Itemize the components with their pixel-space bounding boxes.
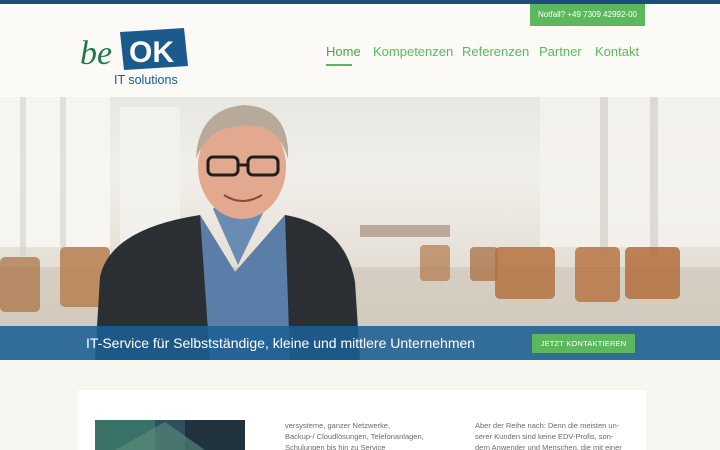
content-line: Schulungen bis hin zu Service — [285, 443, 386, 450]
content-line: Aber der Reihe nach: Denn die meisten un… — [475, 421, 620, 430]
nav-item-kompetenzen[interactable]: Kompetenzen — [373, 44, 453, 60]
nav-item-label: Home — [326, 44, 361, 59]
content-column-intro: Aber der Reihe nach: Denn die meisten un… — [475, 420, 630, 450]
content-line: Backup-/ Cloudlösungen, Telefonanlagen, — [285, 432, 424, 441]
hero-headline: IT-Service für Selbstständige, kleine un… — [86, 335, 476, 351]
content-line: dern Anwender und Menschen, die mit eine… — [475, 443, 622, 450]
nav-item-referenzen[interactable]: Referenzen — [462, 44, 529, 60]
logo[interactable]: be OK IT solutions — [80, 18, 190, 88]
hero-image — [0, 97, 720, 360]
content-line: serer Kunden sind keine EDV-Profis, son- — [475, 432, 614, 441]
content-column-services: versysteme, ganzer Netzwerke, Backup-/ C… — [285, 420, 445, 450]
nav-item-kontakt[interactable]: Kontakt — [595, 44, 639, 60]
site-header: be OK IT solutions Notfall? +49 7309 429… — [0, 4, 720, 97]
nav-active-indicator — [326, 64, 352, 66]
content-section: versysteme, ganzer Netzwerke, Backup-/ C… — [78, 390, 646, 450]
logo-tagline: IT solutions — [114, 73, 178, 87]
logo-ok-text: OK — [129, 36, 174, 69]
main-nav: Home Kompetenzen Referenzen Partner Kont… — [300, 44, 640, 66]
nav-item-home[interactable]: Home — [326, 44, 361, 66]
hero-section: IT-Service für Selbstständige, kleine un… — [0, 97, 720, 360]
nav-item-partner[interactable]: Partner — [539, 44, 582, 60]
content-line: versysteme, ganzer Netzwerke, — [285, 421, 391, 430]
hero-banner: IT-Service für Selbstständige, kleine un… — [0, 326, 720, 360]
logo-be-text: be — [80, 35, 112, 72]
emergency-phone-link[interactable]: Notfall? +49 7309 42992-00 — [530, 4, 645, 26]
logo-mark: be OK IT solutions — [80, 28, 188, 87]
content-thumbnail-image — [95, 420, 245, 450]
contact-cta-button[interactable]: JETZT KONTAKTIEREN — [532, 334, 635, 353]
